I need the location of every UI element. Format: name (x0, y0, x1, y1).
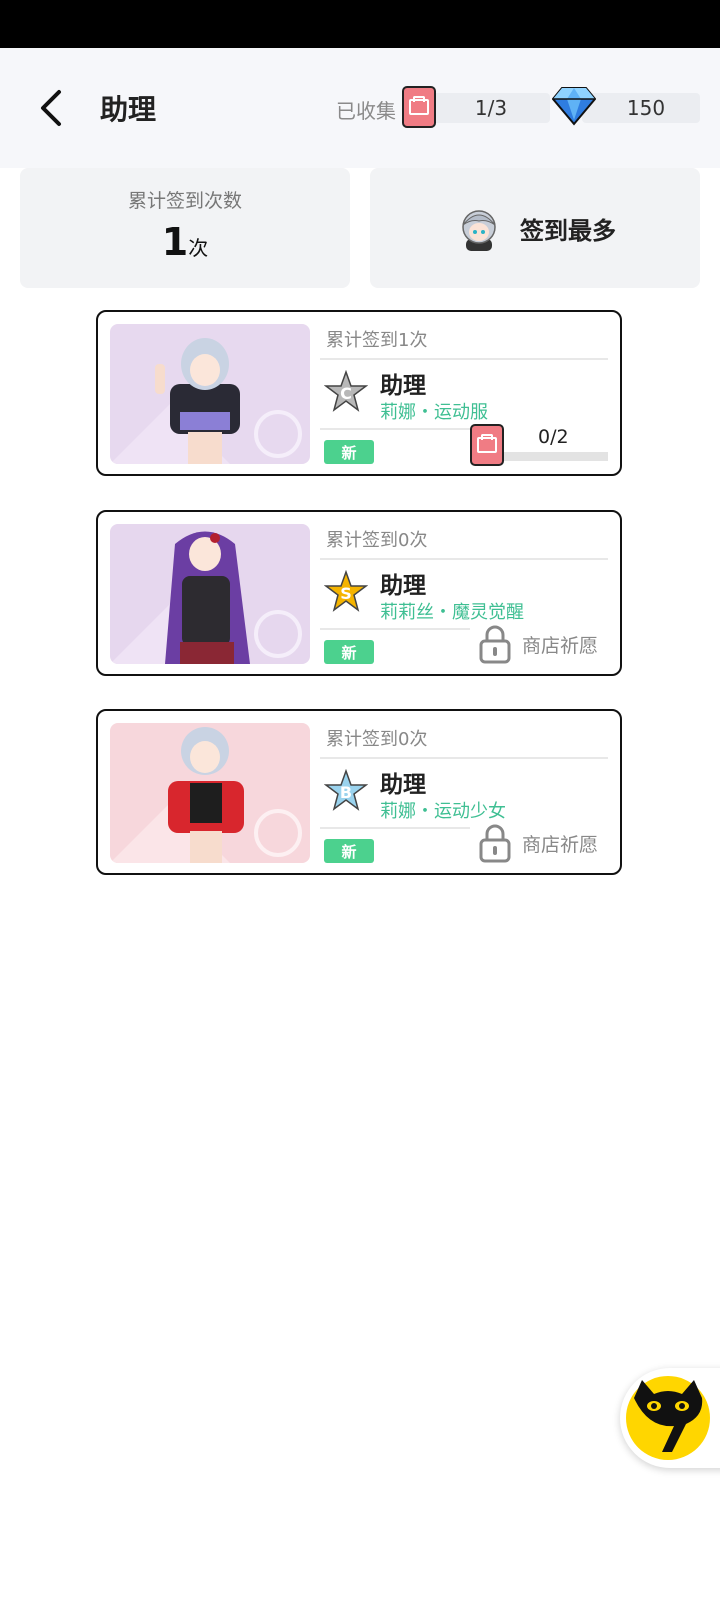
back-button[interactable] (30, 86, 74, 130)
signin-count: 累计签到0次 (326, 729, 428, 750)
shop-wish-label: 商店祈愿 (522, 833, 599, 856)
character-thumbnail (110, 324, 310, 464)
character-thumbnail (110, 524, 310, 664)
new-badge: 新 (324, 640, 374, 664)
avatar (462, 210, 496, 251)
collected-value: 1/3 (474, 96, 508, 120)
assistant-card-3[interactable]: 累计签到0次 B 助理 莉娜・运动少女 新 商店祈愿 (96, 709, 622, 875)
svg-text:C: C (340, 384, 352, 403)
total-signin-label: 累计签到次数 (127, 190, 242, 212)
collected-counter: 1/3 (422, 93, 550, 123)
total-signin-box: 累计签到次数 1次 (20, 168, 350, 288)
item-title: 助理 (380, 772, 426, 798)
most-signin-box: 签到最多 (370, 168, 700, 288)
page-title: 助理 (100, 93, 157, 126)
item-subtitle: 莉娜・运动服 (380, 402, 488, 423)
total-signin-number: 1 (161, 220, 189, 264)
shop-wish-button[interactable]: 商店祈愿 (478, 823, 598, 863)
total-signin-value: 1次 (20, 220, 350, 264)
shop-wish-button[interactable]: 商店祈愿 (478, 624, 598, 664)
divider (320, 628, 470, 630)
gem-value: 150 (626, 96, 666, 120)
divider (320, 827, 470, 829)
card-icon (402, 86, 436, 128)
lock-icon (479, 824, 511, 863)
black-cat-icon (626, 1376, 710, 1460)
item-title: 助理 (380, 373, 426, 399)
lock-icon (479, 625, 511, 664)
character-thumbnail (110, 723, 310, 863)
item-subtitle: 莉娜・运动少女 (380, 801, 506, 822)
assistant-card-1[interactable]: 累计签到1次 C 助理 莉娜・运动服 新 0/2 (96, 310, 622, 476)
divider (320, 358, 608, 360)
chevron-left-icon (41, 90, 61, 126)
divider (320, 558, 608, 560)
svg-text:S: S (340, 584, 352, 603)
progress-text: 0/2 (538, 426, 569, 448)
gem-counter: 150 (582, 93, 700, 123)
status-bar (0, 0, 720, 48)
svg-text:B: B (340, 783, 352, 802)
assistant-card-2[interactable]: 累计签到0次 S 助理 莉莉丝・魔灵觉醒 新 商店祈愿 (96, 510, 622, 676)
rank-c-star-icon: C (324, 370, 368, 412)
new-badge: 新 (324, 440, 374, 464)
divider (320, 757, 608, 759)
rank-b-star-icon: B (324, 769, 368, 811)
rank-s-star-icon: S (324, 570, 368, 612)
most-signin-label: 签到最多 (520, 216, 616, 245)
item-title: 助理 (380, 573, 426, 599)
item-subtitle: 莉莉丝・魔灵觉醒 (380, 602, 524, 623)
card-icon (470, 424, 504, 466)
divider (320, 428, 470, 430)
signin-count: 累计签到1次 (326, 330, 428, 351)
floating-cat-button[interactable] (620, 1368, 720, 1468)
diamond-icon (552, 87, 596, 126)
total-signin-unit: 次 (188, 236, 209, 260)
collected-label: 已收集 (336, 99, 396, 123)
new-badge: 新 (324, 839, 374, 863)
signin-count: 累计签到0次 (326, 530, 428, 551)
shop-wish-label: 商店祈愿 (522, 634, 599, 657)
progress-bar (490, 452, 608, 461)
